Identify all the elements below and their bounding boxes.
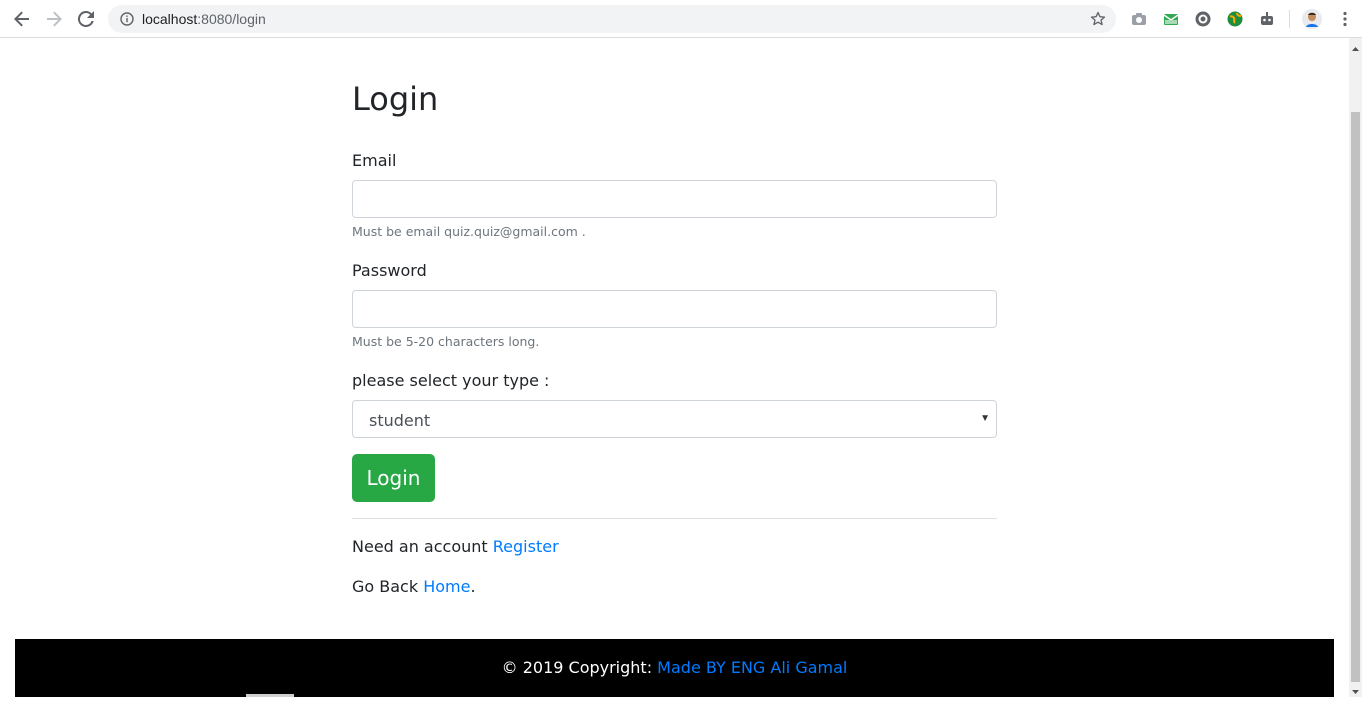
- toolbar-divider: [1289, 10, 1290, 28]
- page-title: Login: [352, 80, 439, 118]
- scroll-up-arrow-icon[interactable]: [1351, 41, 1360, 51]
- password-label: Password: [352, 261, 427, 280]
- info-icon[interactable]: [120, 12, 134, 31]
- globe-extension-icon[interactable]: [1226, 10, 1244, 28]
- menu-dots-icon[interactable]: [1336, 10, 1354, 28]
- url-text: localhost:8080/login: [142, 11, 266, 27]
- forward-arrow-icon[interactable]: [44, 9, 64, 29]
- camera-icon[interactable]: [1130, 10, 1148, 28]
- footer-copyright: © 2019 Copyright: Made BY ENG Ali Gamal: [15, 658, 1334, 678]
- chevron-down-icon: ▼: [980, 413, 990, 424]
- robot-extension-icon[interactable]: [1258, 10, 1276, 28]
- scrollbar-thumb[interactable]: [1351, 112, 1360, 682]
- divider: [352, 518, 997, 519]
- user-type-select[interactable]: student ▼: [352, 400, 997, 438]
- user-type-selected-value: student: [369, 411, 431, 430]
- login-button[interactable]: Login: [352, 454, 435, 502]
- home-suffix: .: [470, 577, 476, 596]
- address-bar[interactable]: localhost:8080/login: [108, 5, 1116, 33]
- email-field[interactable]: [352, 180, 997, 218]
- register-line: Need an account Register: [352, 537, 559, 557]
- register-prefix: Need an account: [352, 537, 493, 556]
- scroll-down-arrow-icon[interactable]: [1351, 684, 1360, 694]
- browser-toolbar: localhost:8080/login: [0, 0, 1362, 38]
- email-help-text: Must be email quiz.quiz@gmail.com .: [352, 224, 586, 239]
- password-field[interactable]: [352, 290, 997, 328]
- url-host: localhost: [142, 11, 198, 27]
- url-path: :8080/login: [197, 11, 266, 27]
- star-icon[interactable]: [1090, 11, 1106, 32]
- mail-icon[interactable]: [1162, 10, 1180, 28]
- reload-icon[interactable]: [76, 9, 96, 29]
- home-line: Go Back Home.: [352, 577, 476, 597]
- password-help-text: Must be 5-20 characters long.: [352, 334, 540, 349]
- circle-extension-icon[interactable]: [1194, 10, 1212, 28]
- back-arrow-icon[interactable]: [12, 9, 32, 29]
- footer-author-link[interactable]: Made BY ENG Ali Gamal: [657, 658, 847, 677]
- profile-avatar[interactable]: [1302, 9, 1322, 29]
- footer: © 2019 Copyright: Made BY ENG Ali Gamal: [15, 639, 1334, 697]
- email-label: Email: [352, 151, 397, 170]
- home-prefix: Go Back: [352, 577, 424, 596]
- footer-prefix: © 2019 Copyright:: [501, 658, 658, 677]
- type-select-label: please select your type :: [352, 371, 550, 390]
- home-link[interactable]: Home: [423, 577, 470, 596]
- register-link[interactable]: Register: [493, 537, 559, 556]
